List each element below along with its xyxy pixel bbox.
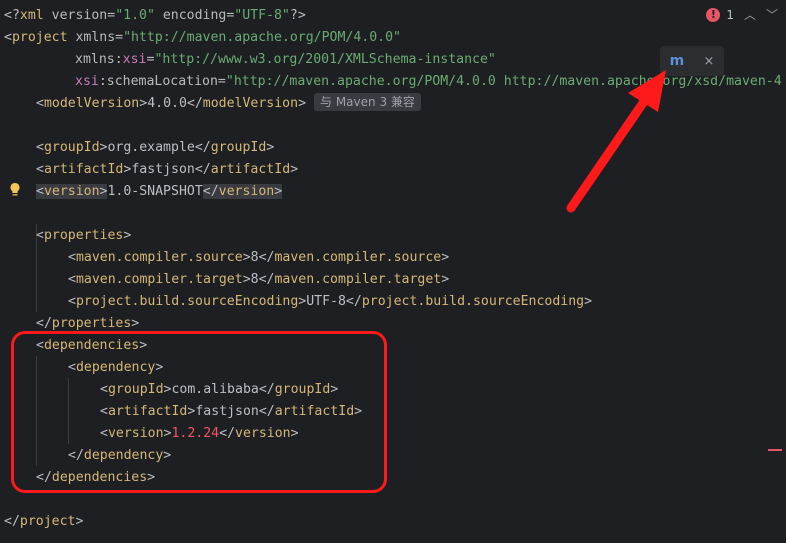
annotation-arrow	[566, 70, 666, 213]
scrollbar-error-marker[interactable]	[768, 449, 782, 451]
